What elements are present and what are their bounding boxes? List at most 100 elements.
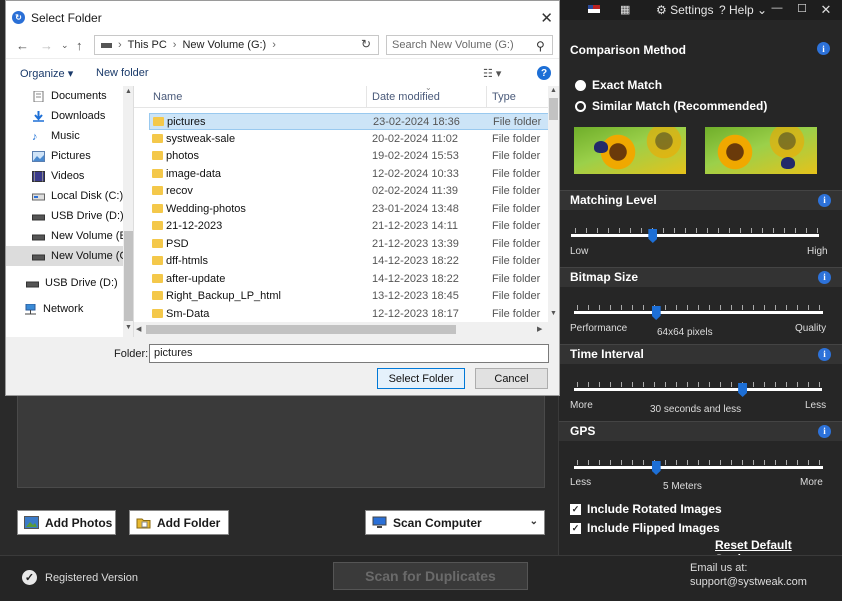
view-options-icon[interactable]: ☷ ▾ <box>483 67 501 80</box>
file-date: 23-02-2024 18:36 <box>373 116 460 128</box>
info-icon[interactable]: i <box>818 194 831 207</box>
pictures-icon <box>32 150 45 162</box>
add-photos-button[interactable]: Add Photos <box>17 510 116 535</box>
time-interval-slider-thumb[interactable] <box>738 383 748 397</box>
us-flag-icon[interactable] <box>588 5 600 13</box>
gps-slider[interactable] <box>574 466 823 469</box>
file-row[interactable]: photos 19-02-2024 15:53 File folder <box>149 148 549 165</box>
tree-item-documents[interactable]: Documents <box>6 86 123 106</box>
file-name: after-update <box>166 272 226 285</box>
minimize-icon[interactable]: — <box>767 2 787 17</box>
forward-arrow-icon[interactable]: → <box>40 38 53 53</box>
breadcrumb-volume[interactable]: New Volume (G:) <box>182 39 266 51</box>
scroll-up-icon[interactable]: ▲ <box>125 88 132 95</box>
tree-item-music[interactable]: ♪ Music <box>6 126 123 146</box>
scan-for-duplicates-button[interactable]: Scan for Duplicates <box>333 562 528 590</box>
bitmap-size-slider[interactable] <box>574 311 823 314</box>
file-type: File folder <box>492 307 541 320</box>
address-bar[interactable]: › This PC › New Volume (G:) › <box>94 35 379 55</box>
file-row[interactable]: dff-htmls 14-12-2023 18:22 File folder <box>149 253 549 270</box>
recent-dropdown-icon[interactable]: ⌄ <box>61 40 69 51</box>
scroll-left-icon[interactable]: ◀ <box>136 325 141 333</box>
tree-item-new-volume-g[interactable]: New Volume (G:) <box>6 246 123 266</box>
scrollbar-thumb[interactable] <box>146 325 456 334</box>
similar-match-radio[interactable]: Similar Match (Recommended) <box>575 99 767 113</box>
scrollbar-thumb[interactable] <box>549 98 558 120</box>
file-row[interactable]: PSD 21-12-2023 13:39 File folder <box>149 236 549 253</box>
file-row[interactable]: pictures 23-02-2024 18:36 File folder <box>149 113 549 130</box>
close-icon[interactable]: ✕ <box>540 9 553 27</box>
breadcrumb-this-pc[interactable]: This PC <box>128 39 167 51</box>
matching-level-slider[interactable] <box>571 234 819 237</box>
info-icon[interactable]: i <box>818 425 831 438</box>
file-list-horizontal-scrollbar[interactable]: ◀ ▶ <box>134 322 559 337</box>
scrollbar-thumb[interactable] <box>124 231 133 321</box>
refresh-icon[interactable]: ↻ <box>361 37 371 51</box>
file-row[interactable]: after-update 14-12-2023 18:22 File folder <box>149 271 549 288</box>
help-menu[interactable]: ? Help ⌄ <box>719 3 767 17</box>
tree-item-network[interactable]: Network <box>6 299 123 319</box>
file-date: 12-12-2023 18:17 <box>372 307 459 320</box>
file-row[interactable]: image-data 12-02-2024 10:33 File folder <box>149 166 549 183</box>
tree-item-usb-drive-root[interactable]: USB Drive (D:) <box>6 273 123 293</box>
source-list-area[interactable] <box>17 395 545 488</box>
settings-menu[interactable]: ⚙ Settings <box>656 3 713 17</box>
checkbox-checked-icon: ✓ <box>570 503 581 515</box>
tree-item-videos[interactable]: Videos <box>6 166 123 186</box>
computer-icon <box>372 516 387 529</box>
scroll-right-icon[interactable]: ▶ <box>537 325 542 333</box>
file-date: 14-12-2023 18:22 <box>372 272 459 285</box>
scan-computer-dropdown[interactable]: Scan Computer ⌄ <box>365 510 545 535</box>
bitmap-size-slider-thumb[interactable] <box>651 306 661 320</box>
email-address[interactable]: support@systweak.com <box>690 575 807 589</box>
column-type[interactable]: Type <box>492 91 516 103</box>
column-name[interactable]: Name <box>153 91 182 103</box>
folder-icon <box>152 186 163 195</box>
info-icon[interactable]: i <box>818 271 831 284</box>
folder-input[interactable]: pictures <box>149 344 549 363</box>
file-row[interactable]: systweak-sale 20-02-2024 11:02 File folder <box>149 131 549 148</box>
file-type: File folder <box>492 220 541 232</box>
search-icon[interactable]: ⚲ <box>536 39 554 53</box>
select-folder-button[interactable]: Select Folder <box>377 368 465 389</box>
tree-item-label: New Volume (E:) <box>51 230 123 242</box>
matching-level-slider-thumb[interactable] <box>648 229 658 243</box>
scroll-down-icon[interactable]: ▼ <box>125 324 132 331</box>
maximize-icon[interactable]: ☐ <box>792 2 812 17</box>
tree-scrollbar[interactable]: ▲ ▼ <box>123 86 133 337</box>
column-divider[interactable] <box>486 86 487 108</box>
up-arrow-icon[interactable]: ↑ <box>76 38 83 53</box>
grid-menu-icon[interactable]: ▦ <box>620 3 630 16</box>
file-row[interactable]: Wedding-photos 23-01-2024 13:48 File folde… <box>149 201 549 218</box>
scroll-up-icon[interactable]: ▲ <box>550 87 557 94</box>
info-icon[interactable]: i <box>818 348 831 361</box>
file-row[interactable]: Sm-Data 12-12-2023 18:17 File folder <box>149 306 549 323</box>
scroll-down-icon[interactable]: ▼ <box>550 310 557 317</box>
cancel-button[interactable]: Cancel <box>475 368 548 389</box>
file-row[interactable]: Right_Backup_LP_html 13-12-2023 18:45 File… <box>149 288 549 305</box>
file-list-scrollbar[interactable]: ▲ ▼ <box>548 86 559 322</box>
tree-item-local-disk[interactable]: Local Disk (C:) <box>6 186 123 206</box>
column-date-modified[interactable]: Date modified <box>372 91 440 103</box>
disk-icon <box>32 251 45 262</box>
help-icon[interactable]: ? <box>537 66 551 80</box>
tree-item-downloads[interactable]: Downloads <box>6 106 123 126</box>
column-divider[interactable] <box>366 86 367 108</box>
file-row[interactable]: 21-12-2023 21-12-2023 14:11 File folder <box>149 218 549 235</box>
time-interval-slider[interactable] <box>574 388 822 391</box>
exact-match-radio[interactable]: Exact Match <box>575 78 662 92</box>
include-rotated-checkbox[interactable]: ✓ Include Rotated Images <box>570 502 722 516</box>
new-folder-button[interactable]: New folder <box>96 67 149 79</box>
include-flipped-checkbox[interactable]: ✓ Include Flipped Images <box>570 521 720 535</box>
info-icon[interactable]: i <box>817 42 830 55</box>
gps-slider-thumb[interactable] <box>651 461 661 475</box>
tree-item-pictures[interactable]: Pictures <box>6 146 123 166</box>
add-folder-button[interactable]: Add Folder <box>129 510 229 535</box>
tree-item-usb-drive[interactable]: USB Drive (D:) <box>6 206 123 226</box>
file-row[interactable]: recov 02-02-2024 11:39 File folder <box>149 183 549 200</box>
back-arrow-icon[interactable]: ← <box>16 38 29 53</box>
close-icon[interactable]: ✕ <box>816 2 836 17</box>
search-input[interactable]: Search New Volume (G:) <box>386 35 553 55</box>
tree-item-new-volume-e[interactable]: New Volume (E:) <box>6 226 123 246</box>
organize-menu[interactable]: Organize ▾ <box>20 67 73 80</box>
